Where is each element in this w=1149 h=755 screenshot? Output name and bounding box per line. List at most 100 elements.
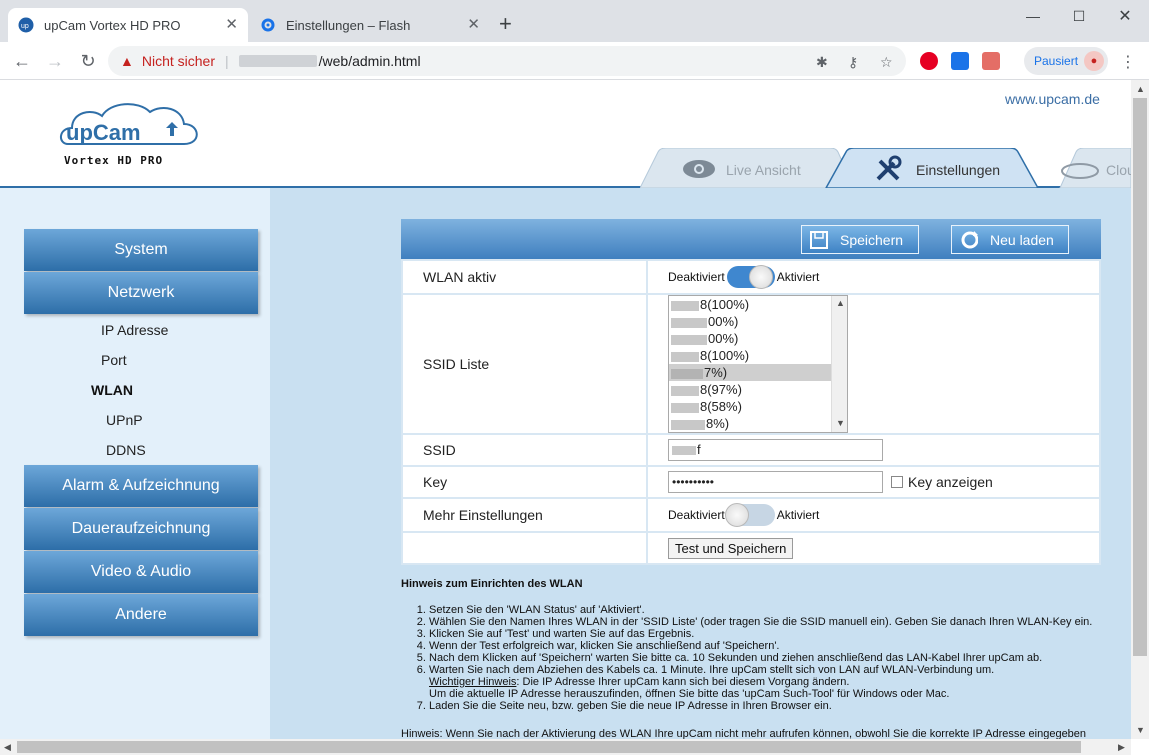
profile-label: Pausiert <box>1034 54 1079 68</box>
minimize-icon[interactable]: — <box>1010 4 1056 28</box>
sidebar-item-ddns[interactable]: DDNS <box>106 442 146 458</box>
scrollbar-thumb[interactable] <box>17 741 1081 753</box>
save-button[interactable]: Speichern <box>801 225 919 254</box>
new-tab-icon[interactable]: + <box>499 13 512 35</box>
key-input[interactable]: •••••••••• <box>668 471 883 493</box>
list-item[interactable]: 8(97%) <box>669 381 831 398</box>
note-title: Hinweis zum Einrichten des WLAN <box>401 578 583 590</box>
menu-system-button[interactable]: System <box>24 229 258 271</box>
note-step: Wenn der Test erfolgreich war, klicken S… <box>429 640 1101 652</box>
close-tab-icon[interactable]: ✕ <box>225 17 238 33</box>
reload-button[interactable]: Neu laden <box>951 225 1069 254</box>
empty-cell <box>401 531 648 565</box>
deactivated-label: Deaktiviert <box>668 270 725 284</box>
browser-toolbar: ← → ↻ ▲ Nicht sicher | /web/admin.html ✱… <box>0 42 1149 80</box>
wlan-help-note: Hinweis zum Einrichten des WLAN Setzen S… <box>401 578 1101 739</box>
ssid-list[interactable]: 8(100%) 00%) 00%) 8(100%) 7%) 8(97%) 8(5… <box>668 295 848 433</box>
eye-icon <box>682 159 716 182</box>
save-icon <box>810 230 828 249</box>
list-item[interactable]: 8(100%) <box>669 347 831 364</box>
wlan-aktiv-toggle[interactable]: Deaktiviert Aktiviert <box>668 265 1099 289</box>
browser-tab-flash[interactable]: Einstellungen – Flash ✕ <box>250 8 490 42</box>
list-item[interactable]: 00%) <box>669 330 831 347</box>
pinterest-icon[interactable] <box>920 52 938 70</box>
forward-icon[interactable]: → <box>42 48 68 74</box>
list-item[interactable]: 8(100%) <box>669 296 831 313</box>
test-save-button[interactable]: Test und Speichern <box>668 537 794 559</box>
vertical-scrollbar[interactable]: ▲ ▼ <box>1131 80 1149 739</box>
web-page: www.upcam.de upCam Vortex HD PRO Live An… <box>0 80 1131 739</box>
close-window-icon[interactable]: ✕ <box>1102 4 1148 28</box>
gear-icon <box>260 17 276 33</box>
page-header: www.upcam.de upCam Vortex HD PRO Live An… <box>0 80 1131 188</box>
ssid-input[interactable]: f <box>668 439 883 461</box>
tab-label: Einstellungen <box>916 162 1001 178</box>
menu-alarm-button[interactable]: Alarm & Aufzeichnung <box>24 465 258 507</box>
reload-icon[interactable]: ↻ <box>75 48 101 74</box>
list-scrollbar[interactable]: ▲ ▼ <box>831 296 847 432</box>
tab-cloud[interactable]: Clou <box>1060 152 1131 188</box>
note-step: Setzen Sie den 'WLAN Status' auf 'Aktivi… <box>429 604 1101 616</box>
tab-live-ansicht[interactable]: Live Ansicht <box>682 152 801 188</box>
pdf-icon[interactable] <box>982 52 1000 70</box>
note-step: Klicken Sie auf 'Test' und warten Sie au… <box>429 628 1101 640</box>
note-step: Laden Sie die Seite neu, bzw. geben Sie … <box>429 700 1101 712</box>
key-icon[interactable]: ⚷ <box>848 54 858 71</box>
activated-label: Aktiviert <box>776 270 820 284</box>
browser-tab-upcam[interactable]: up upCam Vortex HD PRO ✕ <box>8 8 248 42</box>
note-step: Wählen Sie den Namen Ihres WLAN in der '… <box>429 616 1101 628</box>
profile-button[interactable]: Pausiert ● <box>1024 47 1108 75</box>
horizontal-scrollbar[interactable]: ◀ ▶ <box>0 739 1131 755</box>
note-step: Nach dem Klicken auf 'Speichern' warten … <box>429 652 1101 664</box>
mehr-einstellungen-toggle[interactable]: Deaktiviert Aktiviert <box>668 503 1099 527</box>
maximize-icon[interactable]: ☐ <box>1056 4 1102 28</box>
deactivated-label: Deaktiviert <box>668 508 725 522</box>
wlan-settings-table: WLAN aktiv Deaktiviert Aktiviert SSID Li… <box>401 259 1101 565</box>
panel-header: Speichern Neu laden <box>401 219 1101 259</box>
back-icon[interactable]: ← <box>9 48 35 74</box>
address-bar[interactable]: ▲ Nicht sicher | /web/admin.html ✱ ⚷ ☆ <box>108 46 906 76</box>
menu-daueraufzeichnung-button[interactable]: Daueraufzeichnung <box>24 508 258 550</box>
download-icon[interactable] <box>951 52 969 70</box>
logo-text: upCam <box>66 120 141 145</box>
refresh-icon <box>960 230 978 249</box>
wlan-aktiv-label: WLAN aktiv <box>401 259 648 295</box>
toggle-switch[interactable] <box>726 265 775 289</box>
show-key-checkbox[interactable] <box>891 476 903 488</box>
sidebar-item-upnp[interactable]: UPnP <box>106 412 143 428</box>
logo-subtitle: Vortex HD PRO <box>64 154 163 167</box>
security-label: Nicht sicher <box>141 53 215 69</box>
sidebar-item-ip-adresse[interactable]: IP Adresse <box>101 322 168 338</box>
reload-label: Neu laden <box>990 231 1054 248</box>
list-item[interactable]: 00%) <box>669 313 831 330</box>
sidebar: System Netzwerk IP Adresse Port WLAN UPn… <box>0 188 270 739</box>
list-item-selected[interactable]: 7%) <box>669 364 831 381</box>
key-label: Key <box>401 465 648 499</box>
menu-netzwerk-button[interactable]: Netzwerk <box>24 272 258 314</box>
save-label: Speichern <box>840 231 904 248</box>
tab-title: upCam Vortex HD PRO <box>44 17 181 33</box>
important-hint-label: Wichtiger Hinweis <box>429 676 517 688</box>
blurred-host <box>238 55 317 67</box>
menu-andere-button[interactable]: Andere <box>24 594 258 636</box>
list-item[interactable]: 8%) <box>669 415 831 432</box>
sidebar-item-wlan[interactable]: WLAN <box>91 382 133 398</box>
site-url-link[interactable]: www.upcam.de <box>1005 91 1100 107</box>
list-item[interactable]: 8(58%) <box>669 398 831 415</box>
mehr-einstellungen-label: Mehr Einstellungen <box>401 497 648 533</box>
note-steps: Setzen Sie den 'WLAN Status' auf 'Aktivi… <box>429 604 1101 712</box>
toggle-switch[interactable] <box>724 503 775 527</box>
star-icon[interactable]: ☆ <box>880 54 893 71</box>
close-tab-icon[interactable]: ✕ <box>467 17 480 33</box>
tab-title: Einstellungen – Flash <box>286 17 411 33</box>
warning-icon: ▲ <box>120 53 134 69</box>
avatar: ● <box>1084 51 1104 71</box>
cloud-icon <box>1060 159 1100 182</box>
extension-blocked-icon[interactable]: ✱ <box>816 54 828 71</box>
scrollbar-thumb[interactable] <box>1133 98 1147 656</box>
ssid-label: SSID <box>401 433 648 467</box>
tab-einstellungen[interactable]: Einstellungen <box>874 152 1000 188</box>
menu-icon[interactable]: ⋮ <box>1120 52 1136 72</box>
sidebar-item-port[interactable]: Port <box>101 352 127 368</box>
menu-video-audio-button[interactable]: Video & Audio <box>24 551 258 593</box>
